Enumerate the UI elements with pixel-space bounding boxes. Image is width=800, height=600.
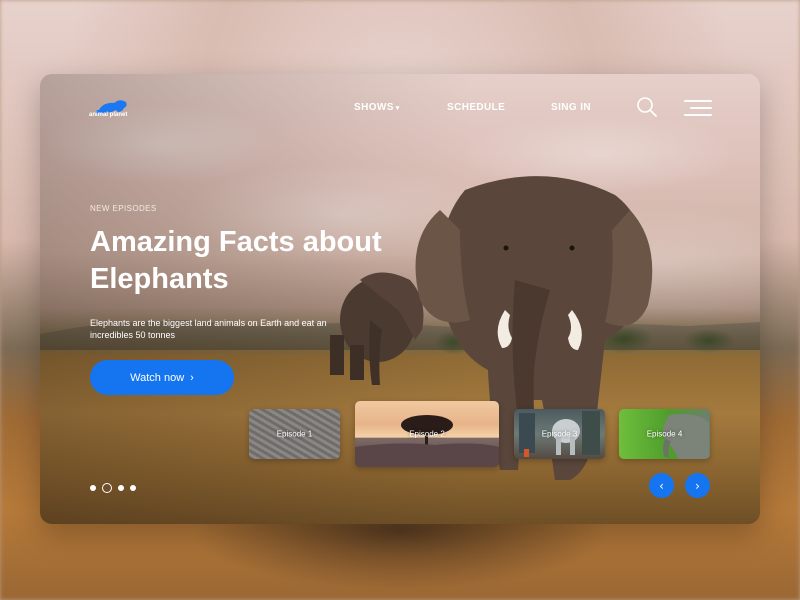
hero-card: animal planet SHOWS ▾ SCHEDULE SING IN NE…: [40, 74, 760, 524]
nav-sign-in[interactable]: SING IN: [551, 102, 591, 113]
episode-card-1[interactable]: Episode 1: [249, 409, 340, 459]
logo-text: animal planet: [89, 112, 128, 118]
watch-now-label: Watch now: [130, 371, 185, 384]
carousel-prev-button[interactable]: ‹: [649, 473, 674, 498]
hamburger-menu-icon[interactable]: [684, 98, 712, 118]
hero-title: Amazing Facts about Elephants: [90, 226, 382, 295]
pager-dot-2[interactable]: [102, 483, 112, 493]
hero-description: Elephants are the biggest land animals o…: [90, 318, 327, 340]
pager-dot-1[interactable]: [90, 485, 96, 491]
episode-card-4[interactable]: Episode 4: [619, 409, 710, 459]
pager-dot-3[interactable]: [118, 485, 124, 491]
nav-schedule[interactable]: SCHEDULE: [447, 102, 505, 113]
episode-card-3[interactable]: Episode 3: [514, 409, 605, 459]
pager-dot-4[interactable]: [130, 485, 136, 491]
eyebrow-text: NEW EPISODES: [90, 204, 157, 213]
episode-label: Episode 2: [409, 429, 445, 439]
watch-now-button[interactable]: Watch now ›: [90, 360, 234, 395]
nav-shows[interactable]: SHOWS ▾: [354, 102, 400, 113]
episode-card-2[interactable]: Episode 2: [355, 401, 499, 467]
pager-dots: [90, 483, 136, 493]
search-icon[interactable]: [636, 96, 658, 118]
chevron-right-icon: ›: [190, 371, 194, 384]
nav-shows-label: SHOWS: [354, 102, 394, 113]
chevron-left-icon: ‹: [659, 478, 664, 493]
chevron-right-icon: ›: [695, 478, 700, 493]
episode-label: Episode 4: [646, 429, 683, 439]
chevron-down-icon: ▾: [395, 105, 400, 112]
episode-label: Episode 1: [276, 429, 313, 439]
carousel-next-button[interactable]: ›: [685, 473, 710, 498]
episode-label: Episode 3: [541, 429, 578, 439]
